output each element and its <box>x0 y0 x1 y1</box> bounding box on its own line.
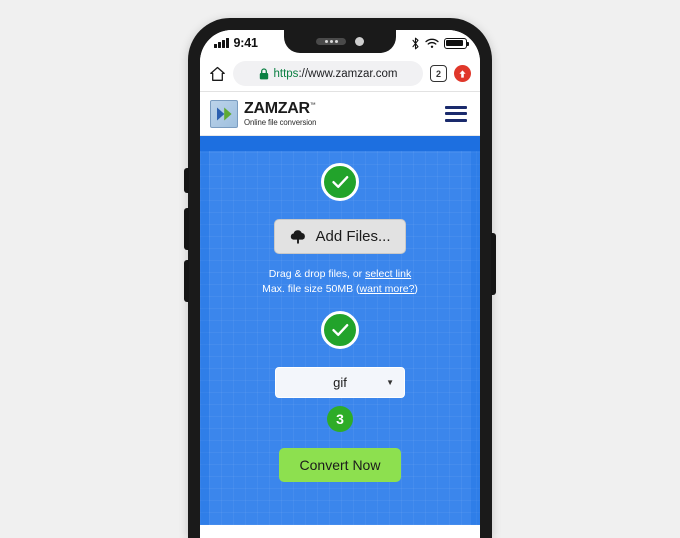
url-text: https://www.zamzar.com <box>274 68 398 80</box>
logo-tagline: Online file conversion <box>244 117 317 127</box>
dropzone-instructions: Drag & drop files, or select link Max. f… <box>262 267 418 297</box>
volume-down-button[interactable] <box>184 260 189 302</box>
logo-wordmark: ZAMZAR <box>244 99 310 117</box>
converter-panel: Add Files... Drag & drop files, or selec… <box>209 151 471 525</box>
check-icon <box>331 324 348 337</box>
lock-icon <box>259 67 268 79</box>
phone-device-frame: 9:41 https://www.zamzar.com 2 ZAMZAR™ On… <box>184 18 496 538</box>
status-bar-right <box>411 37 470 50</box>
converter-main-content: Add Files... Drag & drop files, or selec… <box>200 136 480 525</box>
front-camera-icon <box>355 37 364 46</box>
want-more-close-paren: ) <box>414 283 418 296</box>
volume-up-button[interactable] <box>184 208 189 250</box>
logo-trademark: ™ <box>309 102 316 109</box>
zamzar-logo[interactable]: ZAMZAR™ Online file conversion <box>210 99 317 128</box>
want-more-link[interactable]: want more? <box>360 283 415 295</box>
max-size-line: Max. file size 50MB (want more?) <box>262 282 418 297</box>
check-icon <box>331 176 348 188</box>
status-bar-left: 9:41 <box>214 36 258 50</box>
drag-drop-line: Drag & drop files, or select link <box>262 267 418 282</box>
phone-screen: 9:41 https://www.zamzar.com 2 ZAMZAR™ On… <box>200 30 480 538</box>
browser-toolbar: https://www.zamzar.com 2 <box>200 56 480 92</box>
wifi-icon <box>425 38 439 48</box>
double-chevron-logo-icon <box>210 99 238 128</box>
select-link-link[interactable]: select link <box>365 268 411 280</box>
url-scheme: https <box>273 67 299 80</box>
content-top-strip <box>200 136 480 151</box>
url-host-path: ://www.zamzar.com <box>298 67 398 80</box>
site-header: ZAMZAR™ Online file conversion <box>200 92 480 136</box>
drag-drop-prefix: Drag & drop files, or <box>268 268 366 280</box>
add-files-button[interactable]: Add Files... <box>274 219 406 254</box>
share-up-arrow-icon[interactable] <box>454 65 471 82</box>
max-size-text: Max. file size 50MB <box>262 283 357 296</box>
cellular-signal-icon <box>214 38 229 48</box>
step-2-status-badge <box>321 311 359 350</box>
step-1-status-badge <box>321 163 359 201</box>
url-bar[interactable]: https://www.zamzar.com <box>233 61 423 86</box>
add-files-label: Add Files... <box>315 228 391 245</box>
step-3-number-badge: 3 <box>327 406 353 433</box>
tab-count-button[interactable]: 2 <box>430 65 447 82</box>
convert-now-button[interactable]: Convert Now <box>278 448 402 483</box>
status-bar-clock: 9:41 <box>233 36 258 50</box>
phone-notch <box>284 30 396 53</box>
chevron-down-icon: ▼ <box>386 377 394 387</box>
output-format-value: gif <box>333 375 347 391</box>
output-format-select[interactable]: gif ▼ <box>275 367 405 399</box>
hamburger-menu-icon[interactable] <box>445 105 467 122</box>
silent-switch[interactable] <box>184 168 189 193</box>
home-icon[interactable] <box>209 66 226 82</box>
earpiece-speaker-icon <box>316 38 346 45</box>
power-button[interactable] <box>491 233 496 295</box>
logo-text-block: ZAMZAR™ Online file conversion <box>244 99 317 127</box>
bluetooth-icon <box>412 37 419 49</box>
battery-icon <box>444 37 470 49</box>
cloud-upload-icon <box>291 230 306 244</box>
